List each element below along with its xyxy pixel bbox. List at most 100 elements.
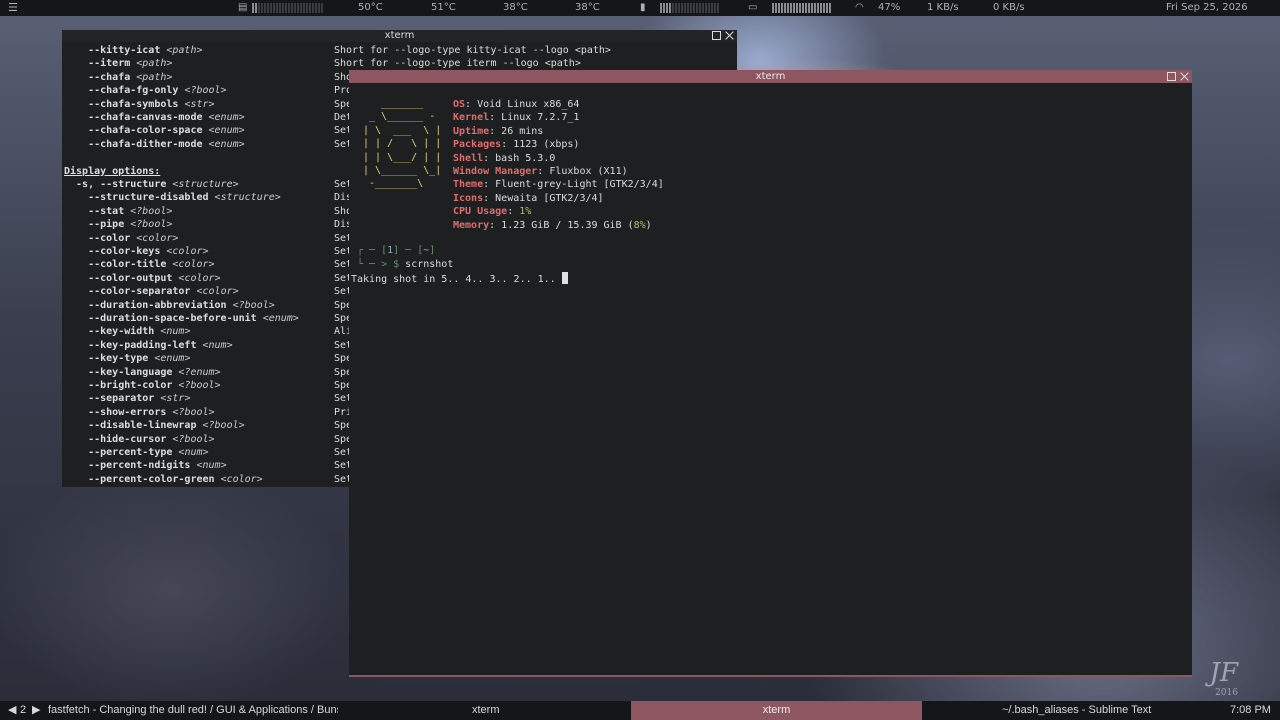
net-up: 1 KB/s [927,2,959,13]
info-key: OS [453,99,466,110]
option-row: --duration-abbreviation <?bool> [64,299,275,312]
option-arg: <num> [202,339,233,351]
option-flag: --show-errors [88,406,167,418]
option-arg: <color> [166,246,209,257]
option-arg: <structure> [172,179,239,190]
option-row: --chafa-symbols <str> [64,98,215,111]
option-arg: <path> [166,45,203,56]
option-arg: <?bool> [232,299,275,311]
option-flag: --kitty-icat [88,45,161,56]
option-row: --color-separator <color> [64,285,239,298]
option-flag: --key-type [88,353,149,365]
option-row: --color-title <color> [64,258,215,271]
option-flag: --key-width [88,326,155,338]
option-arg: <?bool> [172,433,215,445]
option-arg: <color> [196,286,239,298]
info-key: Kernel [453,112,490,124]
prompt-line: ┌ ─ [1] ─ [~] [357,245,436,256]
option-arg: <num> [160,326,191,338]
task-item-browser[interactable]: fastfetch - Changing the dull red! / GUI… [48,701,338,720]
option-row: --chafa-dither-mode <enum> [64,138,245,151]
info-line: Icons: Newaita [GTK2/3/4] [453,192,604,204]
distro-logo: _______ _ \______ - | \ ___ \ | | | / \ … [363,98,442,190]
option-arg: <str> [184,98,215,110]
window-titlebar[interactable]: xterm [62,30,737,42]
option-flag: --color-title [88,259,167,271]
date-display: Fri Sep 25, 2026 [1166,2,1248,13]
net-down: 0 KB/s [993,2,1025,13]
menu-icon[interactable]: ☰ [8,1,18,14]
option-description: Short for --logo-type kitty-icat --logo … [334,45,611,56]
option-flag: --chafa-symbols [88,98,179,110]
option-arg: <?bool> [202,420,245,432]
option-arg: <color> [172,259,215,271]
option-row: --key-width <num> [64,325,190,338]
memory-icon: ▮ [640,2,646,13]
option-arg: <num> [196,460,227,472]
option-row: --hide-cursor <?bool> [64,433,215,446]
close-icon[interactable] [1180,72,1189,81]
option-arg: <?bool> [130,205,173,217]
option-flag: --bright-color [88,380,173,391]
option-arg: <?bool> [130,219,173,231]
option-arg: <?bool> [184,85,227,97]
option-flag: --duration-abbreviation [88,299,227,311]
option-arg: <num> [178,447,209,458]
info-value: Newaita [GTK2/3/4] [495,192,604,204]
close-icon[interactable] [725,31,734,40]
maximize-icon[interactable] [712,31,721,40]
option-row: --percent-ndigits <num> [64,459,227,472]
option-arg: <color> [220,473,263,485]
info-value: bash 5.3.0 [495,152,556,164]
option-flag: --color [88,232,131,244]
option-row: --separator <str> [64,392,190,405]
clock: 7:08 PM [1230,704,1271,716]
info-value: 26 mins [501,125,544,137]
option-flag: --color-output [88,272,173,284]
info-value: Fluent-grey-Light [GTK2/3/4] [495,179,664,191]
info-value: Void Linux x86_64 [477,99,580,110]
option-flag: --chafa-dither-mode [88,138,203,150]
command-line: └ ─ > $ scrnshot [357,259,454,270]
text-cursor [561,272,568,284]
temp-1: 50°C [358,2,383,13]
option-row: --color <color> [64,232,178,245]
option-row: --pipe <?bool> [64,218,172,231]
task-item-xterm-active[interactable]: xterm [631,701,922,720]
option-arg: <color> [136,232,179,244]
next-workspace-icon[interactable]: ▶ [32,701,40,720]
maximize-icon[interactable] [1167,72,1176,81]
option-flag: --key-padding-left [88,339,197,351]
option-row: --key-language <?enum> [64,366,221,379]
info-percent: 8% [633,219,646,231]
option-flag: --structure-disabled [88,192,209,204]
prev-workspace-icon[interactable]: ◀ [8,701,16,720]
option-arg: <?enum> [178,366,221,378]
option-arg: <color> [178,272,221,284]
option-row: --percent-type <num> [64,446,209,459]
info-percent: 1% [519,206,532,218]
battery-icon: ▭ [748,2,758,13]
info-value: Fluxbox (X11) [549,165,628,177]
info-key: Uptime [453,125,490,137]
task-item-xterm-1[interactable]: xterm [472,701,500,720]
option-row: --kitty-icat <path> [64,44,203,57]
section-header: Display options: [64,165,161,177]
task-item-sublime[interactable]: ~/.bash_aliases - Sublime Text [1002,701,1151,720]
option-row: --duration-space-before-unit <enum> [64,312,299,325]
option-row: --key-padding-left <num> [64,339,233,352]
info-line: Shell: bash 5.3.0 [453,152,556,164]
info-key: Window Manager [453,165,538,177]
option-row: --color-keys <color> [64,245,209,258]
option-row: --bright-color <?bool> [64,379,220,392]
battery-percent: 47% [878,2,901,13]
window-titlebar[interactable]: xterm [349,70,1192,83]
workspace-number: 2 [20,704,27,716]
option-flag: --duration-space-before-unit [88,313,257,324]
xterm-window-front[interactable]: xterm _______ _ \______ - | \ ___ \ | | … [349,70,1192,677]
option-row: --percent-color-green <color> [64,473,263,486]
window-border [349,675,1192,677]
bottom-taskbar: ◀ 2 ▶ fastfetch - Changing the dull red!… [0,701,1280,720]
option-row: --chafa-canvas-mode <enum> [64,111,245,124]
info-key: Icons [453,192,484,204]
